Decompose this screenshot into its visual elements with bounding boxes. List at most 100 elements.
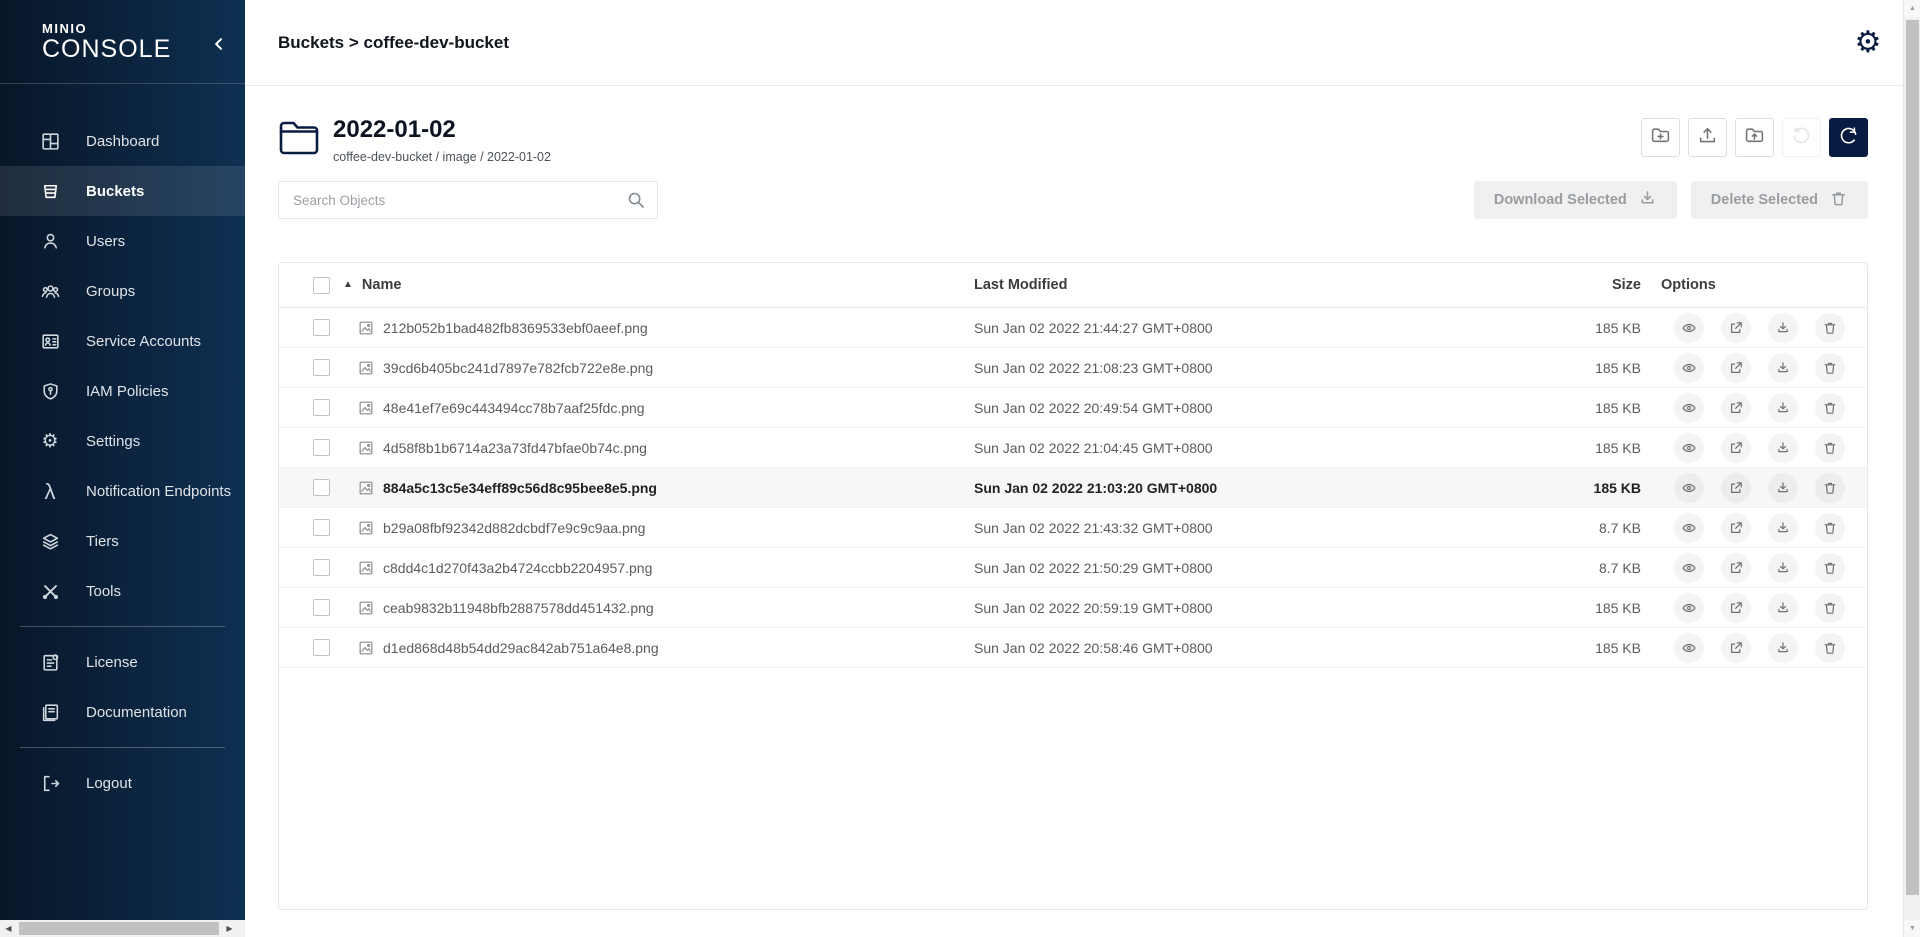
sidebar-item-service-accounts[interactable]: Service Accounts <box>0 316 245 366</box>
share-object-button[interactable] <box>1721 433 1751 463</box>
breadcrumb[interactable]: Buckets > coffee-dev-bucket <box>278 33 509 53</box>
sidebar-item-license[interactable]: License <box>0 637 245 687</box>
download-object-button[interactable] <box>1768 433 1798 463</box>
table-row[interactable]: 4d58f8b1b6714a23a73fd47bfae0b74c.pngSun … <box>279 428 1867 468</box>
upload-file-button[interactable] <box>1688 118 1727 157</box>
horizontal-scrollbar-thumb[interactable] <box>19 922 219 935</box>
scroll-right-arrow[interactable]: ▶ <box>221 920 238 937</box>
share-object-button[interactable] <box>1721 553 1751 583</box>
share-object-button[interactable] <box>1721 353 1751 383</box>
object-size: 185 KB <box>1564 400 1649 416</box>
share-object-button[interactable] <box>1721 593 1751 623</box>
preview-object-button[interactable] <box>1674 633 1704 663</box>
sort-ascending-icon: ▲ <box>343 280 353 290</box>
sidebar-item-dashboard[interactable]: Dashboard <box>0 116 245 166</box>
row-checkbox[interactable] <box>313 439 330 456</box>
delete-object-button[interactable] <box>1815 353 1845 383</box>
preview-object-button[interactable] <box>1674 593 1704 623</box>
download-object-button[interactable] <box>1768 593 1798 623</box>
folder-upload-icon <box>1744 125 1765 151</box>
share-object-button[interactable] <box>1721 633 1751 663</box>
delete-object-button[interactable] <box>1815 513 1845 543</box>
preview-object-button[interactable] <box>1674 473 1704 503</box>
row-checkbox[interactable] <box>313 559 330 576</box>
sidebar-item-label: Service Accounts <box>86 333 201 350</box>
download-selected-button[interactable]: Download Selected <box>1474 181 1677 219</box>
search-input[interactable] <box>278 181 658 219</box>
column-header-name[interactable]: ▲ Name <box>343 277 974 293</box>
row-checkbox[interactable] <box>313 359 330 376</box>
preview-object-button[interactable] <box>1674 553 1704 583</box>
share-object-button[interactable] <box>1721 513 1751 543</box>
upload-folder-button[interactable] <box>1735 118 1774 157</box>
select-all-checkbox[interactable] <box>313 277 330 294</box>
preview-object-button[interactable] <box>1674 513 1704 543</box>
refresh-button[interactable] <box>1829 118 1868 157</box>
delete-object-button[interactable] <box>1815 393 1845 423</box>
table-row[interactable]: 884a5c13c5e34eff89c56d8c95bee8e5.pngSun … <box>279 468 1867 508</box>
sidebar-item-groups[interactable]: Groups <box>0 266 245 316</box>
row-checkbox[interactable] <box>313 639 330 656</box>
preview-object-button[interactable] <box>1674 313 1704 343</box>
delete-object-button[interactable] <box>1815 633 1845 663</box>
sidebar-item-tools[interactable]: Tools <box>0 566 245 616</box>
sidebar-item-tiers[interactable]: Tiers <box>0 516 245 566</box>
table-header-row: ▲ Name Last Modified Size Options <box>279 263 1867 308</box>
table-row[interactable]: ceab9832b11948bfb2887578dd451432.pngSun … <box>279 588 1867 628</box>
vertical-scrollbar-thumb[interactable] <box>1906 20 1919 895</box>
download-object-button[interactable] <box>1768 473 1798 503</box>
service-accounts-icon <box>38 330 62 352</box>
folder-icon <box>278 119 320 157</box>
share-object-button[interactable] <box>1721 313 1751 343</box>
download-object-button[interactable] <box>1768 513 1798 543</box>
preview-object-button[interactable] <box>1674 353 1704 383</box>
row-checkbox[interactable] <box>313 519 330 536</box>
delete-object-button[interactable] <box>1815 313 1845 343</box>
table-row[interactable]: 212b052b1bad482fb8369533ebf0aeef.pngSun … <box>279 308 1867 348</box>
table-row[interactable]: 48e41ef7e69c443494cc78b7aaf25fdc.pngSun … <box>279 388 1867 428</box>
delete-selected-button[interactable]: Delete Selected <box>1691 181 1868 219</box>
delete-object-button[interactable] <box>1815 553 1845 583</box>
sidebar-item-users[interactable]: Users <box>0 216 245 266</box>
download-object-button[interactable] <box>1768 313 1798 343</box>
sidebar-item-settings[interactable]: ⚙Settings <box>0 416 245 466</box>
settings-gear-button[interactable]: ⚙ <box>1851 26 1885 60</box>
scroll-up-arrow[interactable]: ▲ <box>1904 0 1920 17</box>
scroll-left-arrow[interactable]: ◀ <box>0 920 17 937</box>
row-options <box>1649 633 1867 663</box>
row-checkbox[interactable] <box>313 599 330 616</box>
download-object-button[interactable] <box>1768 393 1798 423</box>
download-object-button[interactable] <box>1768 553 1798 583</box>
sidebar-collapse-button[interactable] <box>207 34 231 58</box>
rewind-button[interactable] <box>1782 118 1821 157</box>
page-title-block: 2022-01-02 coffee-dev-bucket / image / 2… <box>333 115 551 164</box>
preview-object-button[interactable] <box>1674 393 1704 423</box>
row-checkbox[interactable] <box>313 399 330 416</box>
row-checkbox[interactable] <box>313 319 330 336</box>
image-file-icon <box>357 439 375 457</box>
table-row[interactable]: 39cd6b405bc241d7897e782fcb722e8e.pngSun … <box>279 348 1867 388</box>
scroll-down-arrow[interactable]: ▼ <box>1904 920 1920 937</box>
table-row[interactable]: c8dd4c1d270f43a2b4724ccbb2204957.pngSun … <box>279 548 1867 588</box>
sidebar-item-iam-policies[interactable]: IAM Policies <box>0 366 245 416</box>
share-object-button[interactable] <box>1721 473 1751 503</box>
sidebar-item-notification-endpoints[interactable]: λNotification Endpoints <box>0 466 245 516</box>
preview-object-button[interactable] <box>1674 433 1704 463</box>
row-options <box>1649 473 1867 503</box>
last-modified: Sun Jan 02 2022 21:43:32 GMT+0800 <box>974 520 1564 536</box>
download-object-button[interactable] <box>1768 633 1798 663</box>
delete-object-button[interactable] <box>1815 473 1845 503</box>
sidebar-item-buckets[interactable]: Buckets <box>0 166 245 216</box>
share-object-button[interactable] <box>1721 393 1751 423</box>
sidebar-item-documentation[interactable]: Documentation <box>0 687 245 737</box>
delete-object-button[interactable] <box>1815 433 1845 463</box>
table-row[interactable]: d1ed868d48b54dd29ac842ab751a64e8.pngSun … <box>279 628 1867 668</box>
delete-object-button[interactable] <box>1815 593 1845 623</box>
table-row[interactable]: b29a08fbf92342d882dcbdf7e9c9c9aa.pngSun … <box>279 508 1867 548</box>
preview-icon <box>1681 480 1697 496</box>
download-object-button[interactable] <box>1768 353 1798 383</box>
preview-icon <box>1681 320 1697 336</box>
row-checkbox[interactable] <box>313 479 330 496</box>
new-path-button[interactable] <box>1641 118 1680 157</box>
sidebar-item-logout[interactable]: Logout <box>0 758 245 808</box>
